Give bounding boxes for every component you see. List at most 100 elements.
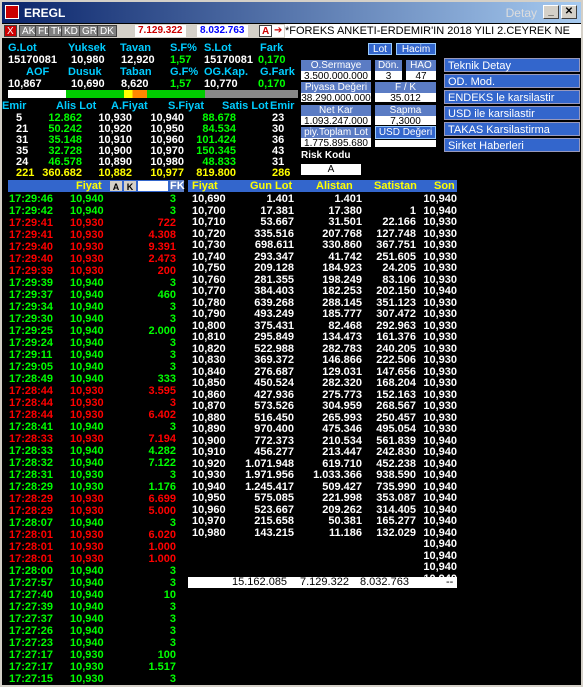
distribution-row: 10,880 516.450 265.993 250.457 10,930	[188, 412, 457, 424]
dist-son: 10,940	[423, 561, 457, 573]
dist-son: 10,940	[423, 526, 457, 539]
dist-satistan: 132.029	[376, 526, 416, 539]
dist-son: 10,930	[423, 308, 457, 320]
distribution-row: 10,790 493.249 185.777 307.472 10,930	[188, 308, 457, 320]
trade-price: 10,930	[70, 661, 104, 673]
usd-degeri-button[interactable]: USD Değeri	[375, 126, 436, 139]
trade-row: 17:29:24 10,940 3	[8, 337, 184, 349]
menu-item-usd-ile-karsilastir[interactable]: USD ile karsilastir	[444, 106, 580, 120]
menu-item-sirket-haberleri[interactable]: Sirket Haberleri	[444, 138, 580, 152]
risk-label: Risk Kodu	[301, 150, 361, 163]
alert-button[interactable]: A	[259, 25, 273, 37]
netkar-value: 1.093.247.000	[301, 116, 371, 127]
summary-value1-3: 1,57	[170, 54, 192, 66]
news-ticker[interactable]: *FOREKS ANKETI-ERDEMIR'IN 2018 YILI 2.CE…	[285, 24, 581, 38]
dist-alistan: 210.534	[322, 434, 362, 447]
menu-item-od-mod-[interactable]: OD. Mod.	[444, 74, 580, 88]
hao-label: HAO	[406, 60, 436, 71]
distribution-row: 10,940	[188, 550, 457, 562]
arrow-icon[interactable]: ➔	[272, 25, 285, 37]
dist-satistan: 161.376	[376, 331, 416, 343]
dist-satistan: 351.123	[376, 296, 416, 309]
dist-alistan: 1.401	[334, 193, 362, 205]
dist-satistan: 83.106	[382, 273, 416, 286]
trade-lot: 1.000	[148, 553, 176, 565]
trade-row: 17:27:57 10,940 3	[8, 577, 184, 589]
dist-son: 10,940	[423, 549, 457, 562]
dist-price: 10,900	[192, 434, 226, 447]
trade-row: 17:28:29 10,930 6.699	[8, 493, 184, 505]
dist-gunlot: 375.431	[254, 319, 294, 332]
dist-price: 10,820	[192, 342, 226, 355]
distribution-row: 10,940	[188, 538, 457, 550]
trade-time: 17:29:39	[9, 277, 54, 289]
dist-satistan: 250.457	[376, 411, 416, 424]
trade-price: 10,940	[70, 289, 104, 301]
trade-price: 10,940	[70, 601, 104, 613]
trade-lot: 3	[169, 625, 176, 637]
dist-son: 10,930	[423, 377, 457, 389]
dist-son: 10,940	[423, 538, 457, 550]
trade-price: 10,930	[70, 433, 104, 445]
dist-son: 10,930	[423, 331, 457, 343]
trade-price: 10,940	[70, 421, 104, 433]
dist-price: 10,910	[192, 446, 226, 458]
trade-price: 10,930	[70, 529, 104, 541]
dist-son: 10,940	[423, 480, 457, 493]
trade-time: 17:27:37	[9, 613, 54, 625]
trade-time: 17:27:23	[9, 637, 54, 649]
hacim-button[interactable]: Hacim	[396, 43, 436, 55]
distribution-row: 10,820 522.988 282.783 240.205 10,930	[188, 343, 457, 355]
trade-time: 17:29:34	[9, 301, 54, 313]
trades-a-button[interactable]: A	[110, 181, 122, 192]
trade-lot: 3	[169, 469, 176, 481]
trade-price: 10,940	[70, 361, 104, 373]
trade-time: 17:29:39	[9, 265, 54, 277]
trade-price: 10,940	[70, 349, 104, 361]
lot-button[interactable]: Lot	[368, 43, 392, 55]
trade-time: 17:27:57	[9, 577, 54, 589]
menu-item-endeks-le-karsilastir[interactable]: ENDEKS le karsilastir	[444, 90, 580, 104]
depth-header-0: Emir	[2, 100, 27, 112]
trade-row: 17:28:00 10,940 3	[8, 565, 184, 577]
trades-fk-button[interactable]: FK	[170, 180, 185, 192]
trades-filter-input[interactable]	[138, 181, 168, 191]
dist-alistan: 50.381	[328, 515, 362, 527]
trade-price: 10,940	[70, 457, 104, 469]
toolbar-button-dk[interactable]: DK	[97, 25, 117, 37]
dist-son: 10,940	[423, 285, 457, 297]
menu-item-takas-karsilastirma[interactable]: TAKAS Karsilastirma	[444, 122, 580, 136]
trade-time: 17:28:44	[9, 409, 54, 421]
dist-satistan: 938.590	[376, 469, 416, 481]
dist-alistan: 1.033.366	[313, 469, 362, 481]
toolbar-button-x[interactable]: X	[4, 25, 17, 37]
dist-satistan: 240.205	[376, 342, 416, 355]
dist-son: 10,930	[423, 342, 457, 355]
dist-satistan: 251.605	[376, 250, 416, 263]
distribution-row: 10,830 369.372 146.866 222.506 10,930	[188, 354, 457, 366]
dist-price: 10,940	[192, 480, 226, 493]
distribution-row: 10,690 1.401 1.401 10,940	[188, 193, 457, 205]
dist-alistan: 41.742	[328, 250, 362, 263]
piyasa-label: Piyasa Değeri	[301, 82, 371, 93]
trade-row: 17:28:33 10,940 4.282	[8, 445, 184, 457]
trade-lot: 4.308	[148, 229, 176, 241]
distribution-row: 10,710 53.667 31.501 22.166 10,930	[188, 216, 457, 228]
menu-item-teknik-detay[interactable]: Teknik Detay	[444, 58, 580, 72]
dist-price: 10,840	[192, 365, 226, 378]
trade-row: 17:28:32 10,940 7.122	[8, 457, 184, 469]
toolbar-button-kd[interactable]: KD	[61, 25, 81, 37]
minimize-button[interactable]: _	[543, 5, 559, 19]
trade-price: 10,930	[70, 469, 104, 481]
trade-lot: 7.194	[148, 433, 176, 445]
close-button[interactable]: ✕	[561, 5, 577, 19]
trade-price: 10,930	[70, 649, 104, 661]
trade-time: 17:29:24	[9, 337, 54, 349]
trades-k-button[interactable]: K	[124, 181, 136, 192]
dist-price: 10,920	[192, 457, 226, 470]
trade-lot: 6.402	[148, 409, 176, 421]
dist-price: 10,890	[192, 423, 226, 435]
title-bar[interactable]: EREGL Detay _ ✕	[2, 2, 581, 23]
dist-alistan: 619.710	[322, 457, 362, 470]
trade-time: 17:29:41	[9, 217, 54, 229]
